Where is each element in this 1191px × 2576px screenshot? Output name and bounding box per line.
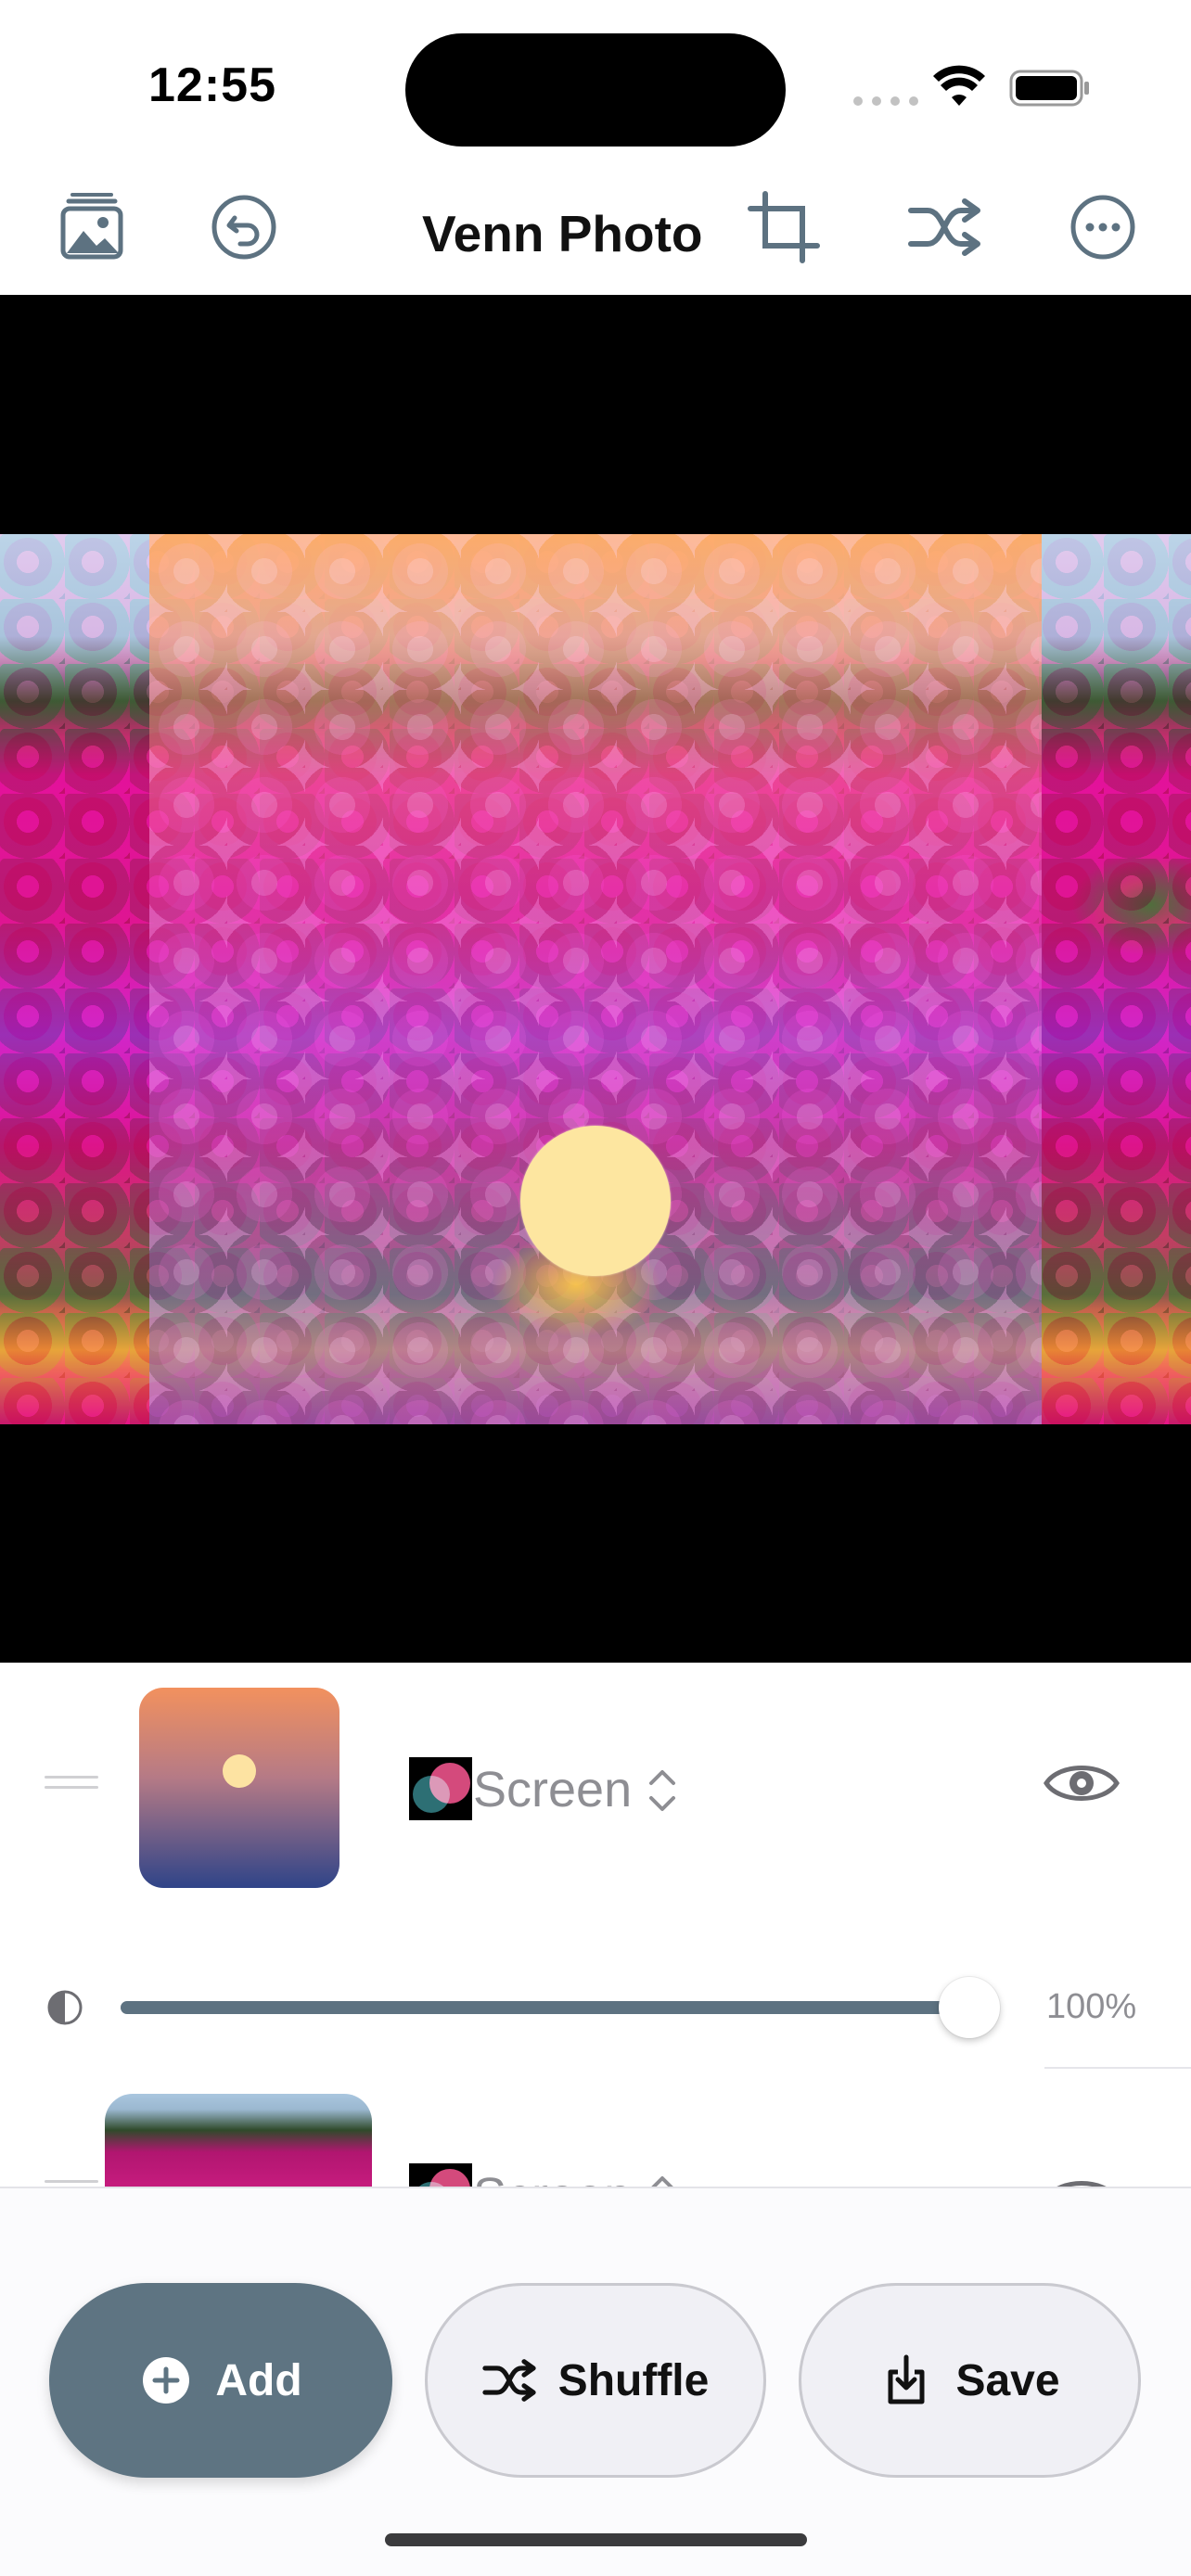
more-icon xyxy=(1070,195,1135,260)
shuffle-button[interactable]: Shuffle xyxy=(425,2283,766,2478)
opacity-slider[interactable] xyxy=(121,1977,1000,2038)
sun-shape[interactable] xyxy=(520,1126,671,1276)
gradient-overlay-layer[interactable] xyxy=(149,534,1042,1424)
more-button[interactable] xyxy=(1052,176,1154,278)
visibility-eye-icon[interactable] xyxy=(1043,2171,1121,2187)
status-time: 12:55 xyxy=(148,58,276,112)
visibility-eye-icon[interactable] xyxy=(1043,1755,1121,1811)
drag-handle[interactable] xyxy=(45,2180,98,2187)
plus-circle-icon xyxy=(143,2357,190,2404)
cellular-signal-icon xyxy=(853,96,918,106)
undo-button[interactable] xyxy=(193,176,295,278)
save-button[interactable]: Save xyxy=(799,2283,1141,2478)
status-bar: 12:55 xyxy=(0,0,1191,167)
layer-thumbnail[interactable] xyxy=(139,1688,339,1888)
add-button[interactable]: Add xyxy=(49,2283,392,2478)
divider xyxy=(1044,2067,1191,2069)
blend-mode-select[interactable]: Screen xyxy=(473,1761,632,1818)
chevron-up-down-icon[interactable] xyxy=(644,1765,681,1817)
thumbnail-sun xyxy=(223,1754,256,1788)
opacity-row: 100% xyxy=(0,1969,1191,2043)
photo-library-button[interactable] xyxy=(40,176,142,278)
crop-icon xyxy=(748,191,820,263)
layer-thumbnail[interactable] xyxy=(105,2094,372,2187)
add-button-label: Add xyxy=(215,2355,302,2405)
battery-icon xyxy=(1009,70,1089,107)
undo-icon xyxy=(211,195,276,260)
shuffle-toolbar-button[interactable] xyxy=(893,176,995,278)
save-button-label: Save xyxy=(955,2355,1060,2405)
layers-panel[interactable]: Screen 100% Screen xyxy=(0,1663,1191,2187)
top-toolbar: Venn Photo xyxy=(0,176,1191,297)
home-indicator xyxy=(385,2533,807,2546)
opacity-icon xyxy=(47,1990,83,2025)
blend-mode-select[interactable]: Screen xyxy=(473,2167,632,2187)
shuffle-icon xyxy=(482,2359,536,2402)
drag-handle[interactable] xyxy=(45,1776,98,1800)
shuffle-button-label: Shuffle xyxy=(557,2355,710,2405)
composition-canvas[interactable] xyxy=(0,295,1191,1663)
wifi-icon xyxy=(933,65,985,106)
blend-mode-icon xyxy=(409,2163,472,2187)
bottom-action-bar: Add Shuffle Save xyxy=(0,2187,1191,2576)
blend-mode-icon xyxy=(409,1757,472,1820)
opacity-slider-fill xyxy=(121,2001,969,2014)
opacity-slider-thumb[interactable] xyxy=(939,1977,1000,2038)
chevron-up-down-icon[interactable] xyxy=(644,2171,681,2187)
dynamic-island xyxy=(405,33,786,147)
opacity-value: 100% xyxy=(1046,1987,1137,2026)
page-title: Venn Photo xyxy=(422,205,703,262)
crop-button[interactable] xyxy=(733,176,835,278)
save-download-icon xyxy=(888,2354,925,2404)
shuffle-icon xyxy=(908,198,980,256)
photo-library-icon xyxy=(60,193,123,260)
